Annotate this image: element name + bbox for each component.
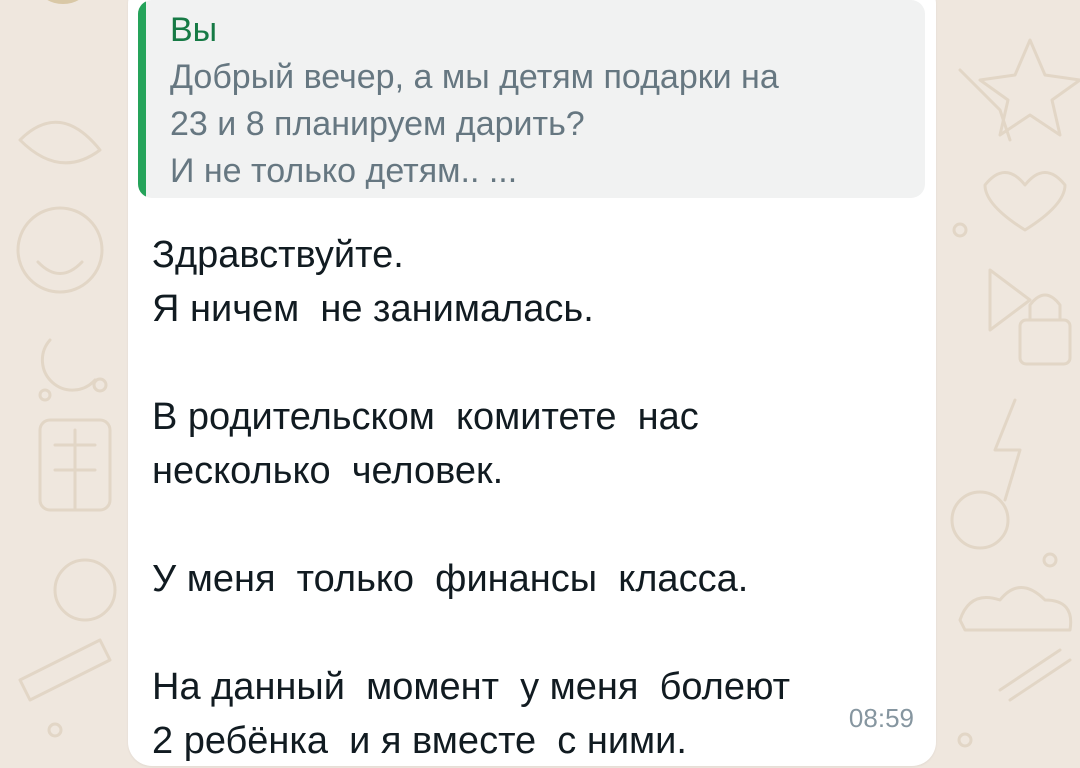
pencil-doodle-icon [18, 638, 112, 702]
dot-doodle [952, 222, 968, 238]
lightning-doodle-icon [993, 398, 1022, 502]
dot-doodle [47, 722, 63, 738]
flower-doodle-icon [53, 558, 117, 622]
smiley-doodle-icon [16, 206, 104, 294]
message-timestamp: 08:59 [848, 703, 914, 733]
quote-author: Вы [170, 11, 218, 49]
smiley-mouth-doodle [36, 260, 84, 275]
heart-doodle-icon [983, 171, 1067, 232]
quote-text: Добрый вечер, а мы детям подарки на 23 и… [170, 58, 779, 190]
star-doodle-icon [978, 38, 1080, 137]
dot-doodle [38, 388, 52, 402]
reply-quote[interactable]: Вы Добрый вечер, а мы детям подарки на 2… [138, 0, 925, 198]
dot-doodle [1042, 552, 1058, 568]
brush-doodle-icon [998, 648, 1072, 702]
leaf-doodle-icon [18, 120, 102, 165]
cloud-doodle-icon [958, 586, 1073, 632]
lock-doodle-icon [1018, 318, 1072, 366]
message-bubble[interactable]: Вы Добрый вечер, а мы детям подарки на 2… [128, 0, 936, 766]
ring-doodle-icon [950, 490, 1010, 550]
moon-doodle-icon [40, 338, 97, 392]
quote-accent-bar [138, 0, 146, 198]
calculator-lines-doodle [53, 428, 97, 512]
dot-doodle [92, 377, 108, 393]
dot-doodle [957, 732, 973, 748]
lock-shackle-doodle [1028, 293, 1062, 322]
message-text: Здравствуйте. Я ничем не занималась. В р… [152, 234, 791, 762]
